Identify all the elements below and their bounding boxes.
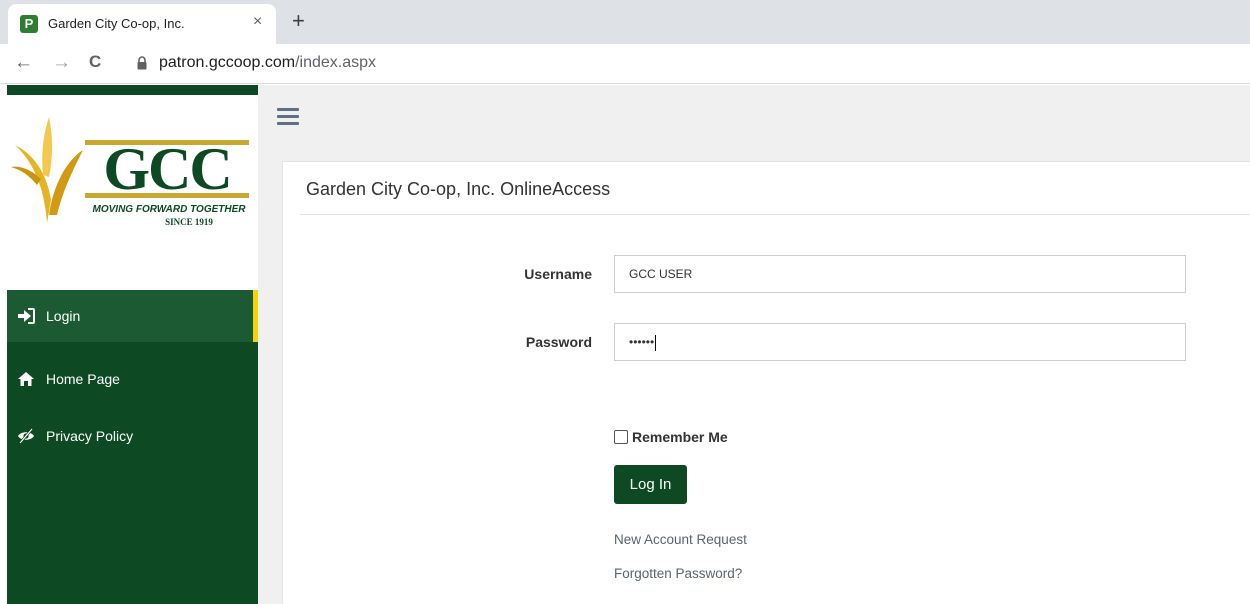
sidebar-item-label: Login bbox=[46, 308, 81, 324]
new-tab-button[interactable]: + bbox=[292, 8, 305, 34]
wheat-logo-icon bbox=[11, 117, 83, 223]
favicon-icon: P bbox=[20, 15, 38, 33]
browser-tab-bar: P Garden City Co-op, Inc. × + bbox=[0, 0, 1250, 44]
remember-me[interactable]: Remember Me bbox=[614, 429, 728, 445]
sidebar-item-privacy-policy[interactable]: Privacy Policy bbox=[7, 410, 258, 462]
logo[interactable]: GCC MOVING FORWARD TOGETHER SINCE 1919 bbox=[7, 95, 258, 316]
title-divider bbox=[300, 214, 1250, 215]
reload-button[interactable]: C bbox=[89, 52, 101, 72]
page-title: Garden City Co-op, Inc. OnlineAccess bbox=[306, 179, 611, 199]
forward-button[interactable]: → bbox=[52, 52, 71, 74]
login-card bbox=[282, 161, 1250, 604]
password-label: Password bbox=[525, 334, 592, 350]
welcome-text: WELCOME VISITOR! bbox=[11, 256, 129, 270]
top-bar bbox=[258, 85, 1250, 149]
username-input[interactable]: GCC USER bbox=[614, 255, 1186, 293]
url-path: /index.aspx bbox=[295, 54, 377, 71]
back-button[interactable]: ← bbox=[14, 52, 33, 74]
sign-in-icon bbox=[18, 308, 35, 324]
home-icon bbox=[18, 372, 34, 386]
new-account-link[interactable]: New Account Request bbox=[614, 532, 747, 547]
address-bar: ← → C patron.gccoop.com/index.aspx bbox=[0, 44, 1250, 84]
sidebar-item-login[interactable]: Login bbox=[7, 290, 258, 342]
logo-since: SINCE 1919 bbox=[165, 217, 213, 227]
sidebar: GCC MOVING FORWARD TOGETHER SINCE 1919 bbox=[7, 85, 258, 604]
lock-icon[interactable] bbox=[137, 56, 147, 70]
sidebar-item-label: Privacy Policy bbox=[46, 428, 134, 444]
logo-name: GCC bbox=[103, 136, 232, 202]
remember-me-label: Remember Me bbox=[632, 429, 728, 445]
text-caret bbox=[655, 334, 657, 351]
url-host: patron.gccoop.com bbox=[159, 54, 296, 71]
url-field[interactable]: patron.gccoop.com/index.aspx bbox=[159, 54, 376, 72]
password-input[interactable]: •••••• bbox=[614, 323, 1186, 361]
eye-slash-icon bbox=[18, 428, 34, 444]
log-in-button[interactable]: Log In bbox=[614, 465, 687, 504]
sidebar-item-home-page[interactable]: Home Page bbox=[7, 353, 258, 405]
logo-tagline: MOVING FORWARD TOGETHER bbox=[92, 204, 246, 215]
remember-me-checkbox[interactable] bbox=[614, 430, 628, 444]
sidebar-item-label: Home Page bbox=[46, 371, 120, 387]
close-tab-icon[interactable]: × bbox=[253, 13, 262, 31]
password-value: •••••• bbox=[629, 335, 655, 349]
tab-title: Garden City Co-op, Inc. bbox=[48, 16, 185, 31]
forgot-password-link[interactable]: Forgotten Password? bbox=[614, 566, 742, 581]
browser-tab[interactable]: P Garden City Co-op, Inc. × bbox=[8, 4, 276, 44]
username-label: Username bbox=[524, 266, 592, 282]
menu-toggle-icon[interactable] bbox=[277, 108, 299, 125]
